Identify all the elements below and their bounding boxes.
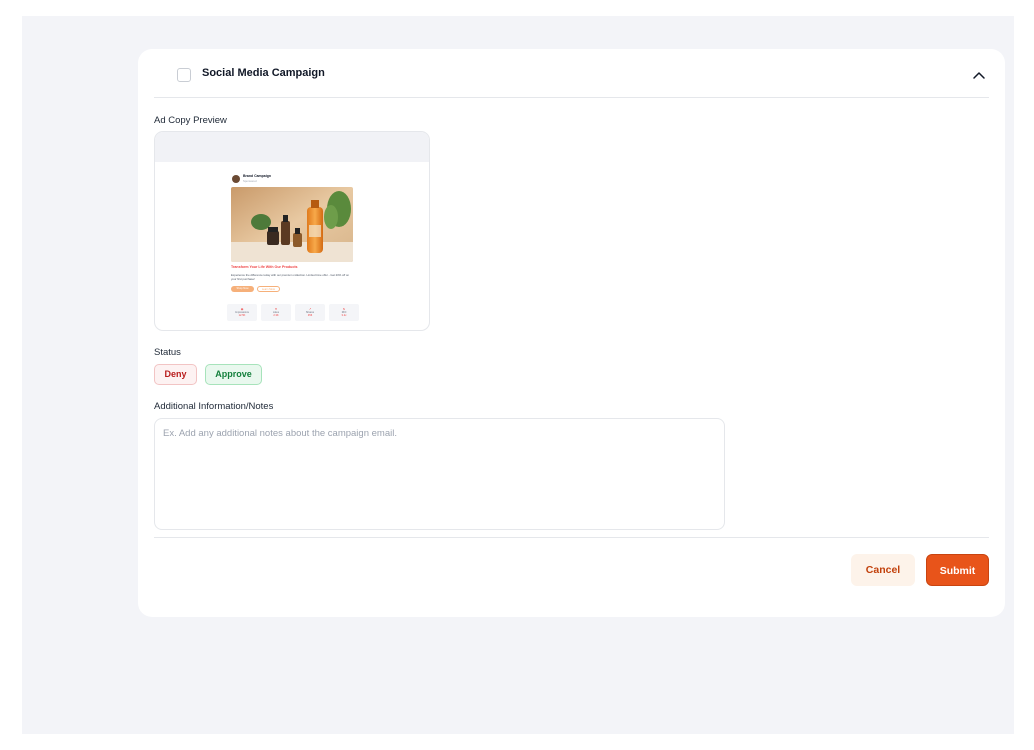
notes-label: Additional Information/Notes xyxy=(154,401,274,412)
ad-copy-preview-label: Ad Copy Preview xyxy=(154,115,227,126)
notes-textarea[interactable] xyxy=(154,418,725,530)
deny-button[interactable]: Deny xyxy=(154,364,197,385)
stat-value: 2.3K xyxy=(273,314,279,317)
post-stats: ◉ Impressions 12.5K ♥ Likes 2.3K ↗ Share… xyxy=(227,304,360,321)
ad-copy-preview: Brand Campaign Sponsored Transform Your … xyxy=(154,131,430,331)
section-header[interactable]: Social Media Campaign xyxy=(154,49,989,98)
stat-impressions: ◉ Impressions 12.5K xyxy=(227,304,257,321)
post-secondary-cta: Learn More xyxy=(257,286,280,292)
product-image xyxy=(231,187,353,262)
stat-shares: ↗ Shares 456 xyxy=(295,304,325,321)
avatar xyxy=(232,175,240,183)
post-sponsored: Sponsored xyxy=(243,179,257,183)
approve-button[interactable]: Approve xyxy=(205,364,262,385)
post-body: Experience the difference today with our… xyxy=(231,273,349,281)
section-title: Social Media Campaign xyxy=(202,67,325,79)
chevron-up-icon[interactable] xyxy=(971,68,987,84)
submit-button[interactable]: Submit xyxy=(926,554,989,586)
page-background: Social Media Campaign Ad Copy Preview Br… xyxy=(22,16,1014,734)
status-label: Status xyxy=(154,347,181,358)
stat-value: 456 xyxy=(307,314,313,317)
select-checkbox[interactable] xyxy=(177,68,191,82)
stat-likes: ♥ Likes 2.3K xyxy=(261,304,291,321)
stat-value: 3.2x xyxy=(341,314,347,317)
post-brand: Brand Campaign xyxy=(243,174,272,178)
post-headline: Transform Your Life With Our Products xyxy=(231,265,298,269)
divider xyxy=(154,537,989,538)
stat-value: 12.5K xyxy=(238,314,246,317)
cancel-button[interactable]: Cancel xyxy=(851,554,915,586)
post-primary-cta: Shop Now xyxy=(231,286,254,292)
preview-toolbar xyxy=(155,132,429,162)
campaign-review-card: Social Media Campaign Ad Copy Preview Br… xyxy=(138,49,1005,617)
stat-roi: $ ROI 3.2x xyxy=(329,304,359,321)
social-post-mockup: Brand Campaign Sponsored Transform Your … xyxy=(227,170,360,322)
